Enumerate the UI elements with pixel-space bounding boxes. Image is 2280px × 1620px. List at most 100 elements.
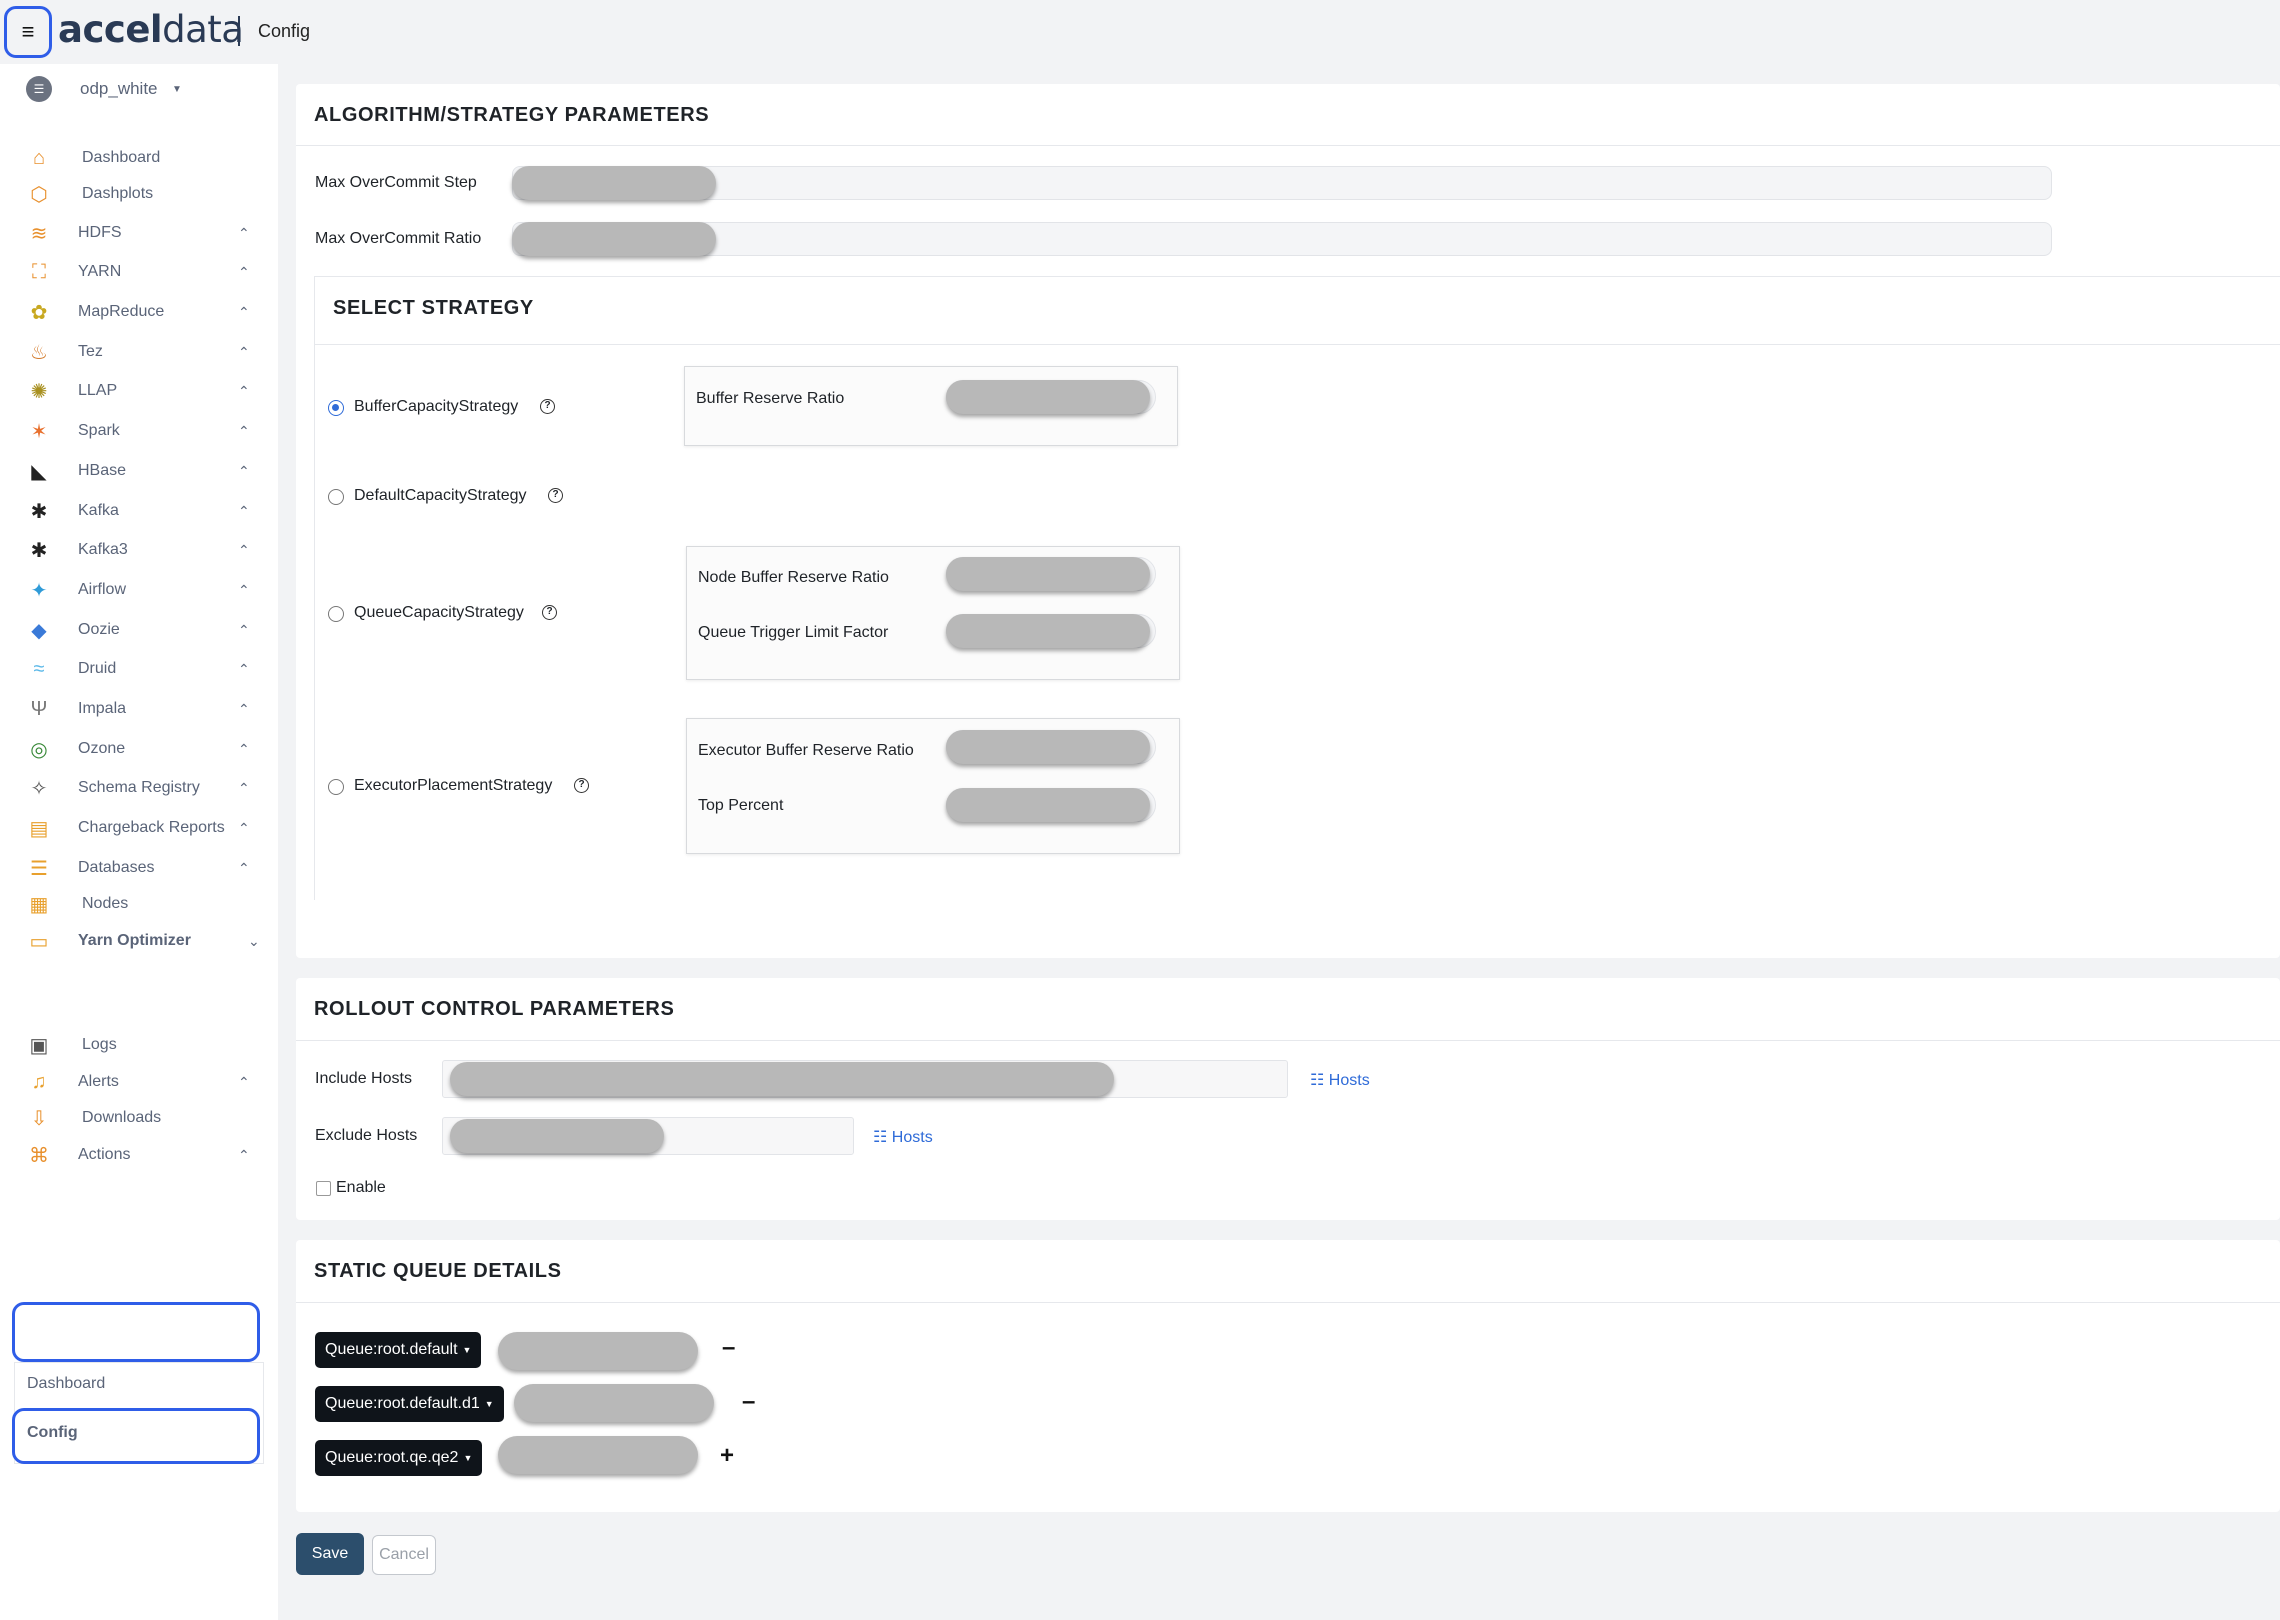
sidebar-item-alerts[interactable]: ♫ Alerts ⌃ bbox=[0, 1062, 278, 1102]
top-percent-label: Top Percent bbox=[698, 797, 784, 814]
sidebar-item-hdfs[interactable]: ≋ HDFS ⌃ bbox=[0, 213, 278, 253]
sidebar-item-downloads[interactable]: ⇩ Downloads bbox=[0, 1098, 278, 1138]
sidebar-item-actions[interactable]: ⌘ Actions ⌃ bbox=[0, 1135, 278, 1175]
executor-buffer-reserve-ratio-thumb[interactable] bbox=[946, 730, 1150, 764]
max-overcommit-step-thumb[interactable] bbox=[512, 166, 716, 200]
hamburger-menu-icon[interactable]: ≡ bbox=[4, 6, 52, 58]
chevron-up-icon[interactable]: ⌃ bbox=[238, 264, 250, 281]
sidebar-item-databases[interactable]: ☰ Databases ⌃ bbox=[0, 848, 278, 888]
sidebar-item-llap[interactable]: ✺ LLAP ⌃ bbox=[0, 371, 278, 411]
sidebar-item-chargeback-reports[interactable]: ▤ Chargeback Reports ⌃ bbox=[0, 808, 278, 848]
chevron-up-icon[interactable]: ⌃ bbox=[238, 463, 250, 480]
sidebar-item-mapreduce[interactable]: ✿ MapReduce ⌃ bbox=[0, 292, 278, 332]
chevron-up-icon[interactable]: ⌃ bbox=[238, 860, 250, 877]
include-hosts-link[interactable]: ☷ Hosts bbox=[1310, 1070, 1370, 1090]
chevron-up-icon[interactable]: ⌃ bbox=[238, 741, 250, 758]
queue-select-1[interactable]: Queue:root.default ▼ bbox=[315, 1332, 482, 1368]
help-icon[interactable]: ? bbox=[548, 488, 563, 503]
chevron-up-icon[interactable]: ⌃ bbox=[238, 1147, 250, 1164]
queue-3-value[interactable] bbox=[498, 1436, 698, 1474]
exclude-hosts-label: Exclude Hosts bbox=[315, 1127, 418, 1144]
sidebar-item-kafka3[interactable]: ✱ Kafka3 ⌃ bbox=[0, 530, 278, 570]
max-overcommit-step-slider[interactable] bbox=[512, 166, 2052, 200]
sidebar-item-label: Kafka3 bbox=[78, 541, 128, 558]
chevron-up-icon[interactable]: ⌃ bbox=[238, 383, 250, 400]
help-icon[interactable]: ? bbox=[574, 778, 589, 793]
submenu-item-config[interactable]: Config bbox=[0, 1415, 278, 1451]
sidebar-item-nodes[interactable]: ▦ Nodes bbox=[0, 884, 278, 924]
cancel-button[interactable]: Cancel bbox=[372, 1535, 436, 1575]
exclude-hosts-link[interactable]: ☷ Hosts bbox=[873, 1127, 933, 1147]
strategy-title: SELECT STRATEGY bbox=[333, 297, 534, 319]
buffer-capacity-label: BufferCapacityStrategy bbox=[354, 398, 519, 415]
remove-queue-1-button[interactable]: – bbox=[722, 1334, 735, 1362]
submenu-item-dashboard[interactable]: Dashboard bbox=[0, 1366, 278, 1402]
sidebar-item-tez[interactable]: ♨ Tez ⌃ bbox=[0, 332, 278, 372]
enable-checkbox[interactable] bbox=[316, 1181, 331, 1196]
sidebar-item-label: Oozie bbox=[78, 621, 120, 638]
chevron-up-icon[interactable]: ⌃ bbox=[238, 503, 250, 520]
hierarchy-icon: ⛶ bbox=[32, 260, 46, 283]
sidebar-item-dashboard[interactable]: ⌂ Dashboard bbox=[0, 138, 278, 178]
sidebar-item-ozone[interactable]: ◎ Ozone ⌃ bbox=[0, 729, 278, 769]
radio-queue-capacity[interactable] bbox=[328, 606, 344, 622]
buffer-reserve-ratio-thumb[interactable] bbox=[946, 380, 1150, 414]
chevron-up-icon[interactable]: ⌃ bbox=[238, 542, 250, 559]
sidebar-item-logs[interactable]: ▣ Logs bbox=[0, 1025, 278, 1065]
chevron-up-icon[interactable]: ⌃ bbox=[238, 622, 250, 639]
chevron-up-icon[interactable]: ⌃ bbox=[238, 225, 250, 242]
chevron-down-icon[interactable]: ⌄ bbox=[248, 933, 260, 950]
queue-select-3[interactable]: Queue:root.qe.qe2 ▼ bbox=[315, 1440, 483, 1476]
sidebar-item-oozie[interactable]: ◆ Oozie ⌃ bbox=[0, 610, 278, 650]
sidebar-item-airflow[interactable]: ✦ Airflow ⌃ bbox=[0, 570, 278, 610]
queue-trigger-limit-factor-thumb[interactable] bbox=[946, 614, 1150, 648]
sidebar-item-label: Tez bbox=[78, 343, 103, 360]
queue-1-value[interactable] bbox=[498, 1332, 698, 1370]
queue-2-value[interactable] bbox=[514, 1384, 714, 1422]
queue-select-2[interactable]: Queue:root.default.d1 ▼ bbox=[315, 1386, 504, 1422]
top-percent-thumb[interactable] bbox=[946, 788, 1150, 822]
pinwheel-icon: ✦ bbox=[30, 579, 48, 602]
layers-icon: ≋ bbox=[30, 222, 48, 245]
radio-default-capacity[interactable] bbox=[328, 489, 344, 505]
list-icon: ☷ bbox=[873, 1129, 892, 1146]
chevron-up-icon[interactable]: ⌃ bbox=[238, 582, 250, 599]
max-overcommit-ratio-thumb[interactable] bbox=[512, 222, 716, 256]
help-icon[interactable]: ? bbox=[542, 605, 557, 620]
enable-label: Enable bbox=[336, 1179, 386, 1196]
save-button[interactable]: Save bbox=[296, 1533, 364, 1575]
chevron-up-icon[interactable]: ⌃ bbox=[238, 780, 250, 797]
sidebar-item-schema-registry[interactable]: ✧ Schema Registry ⌃ bbox=[0, 768, 278, 808]
kafka-icon: ✱ bbox=[30, 500, 48, 523]
impala-icon: Ψ bbox=[30, 697, 48, 720]
chevron-up-icon[interactable]: ⌃ bbox=[238, 701, 250, 718]
radio-buffer-capacity[interactable] bbox=[328, 400, 344, 416]
sidebar-item-label: Dashboard bbox=[82, 149, 161, 166]
logo: acceldata bbox=[58, 8, 244, 51]
sidebar-item-hbase[interactable]: ◣ HBase ⌃ bbox=[0, 451, 278, 491]
chevron-up-icon[interactable]: ⌃ bbox=[238, 423, 250, 440]
sidebar-item-spark[interactable]: ✶ Spark ⌃ bbox=[0, 411, 278, 451]
node-buffer-reserve-ratio-thumb[interactable] bbox=[946, 557, 1150, 591]
sidebar-item-kafka[interactable]: ✱ Kafka ⌃ bbox=[0, 491, 278, 531]
include-hosts-value bbox=[450, 1062, 1114, 1096]
chevron-up-icon[interactable]: ⌃ bbox=[238, 1074, 250, 1091]
radio-executor-placement[interactable] bbox=[328, 779, 344, 795]
logo-divider bbox=[238, 16, 240, 46]
chevron-up-icon[interactable]: ⌃ bbox=[238, 304, 250, 321]
help-icon[interactable]: ? bbox=[540, 399, 555, 414]
sidebar-item-label: MapReduce bbox=[78, 303, 165, 320]
sidebar-item-impala[interactable]: Ψ Impala ⌃ bbox=[0, 689, 278, 729]
static-queue-card: STATIC QUEUE DETAILS Queue:root.default ▼… bbox=[296, 1240, 2280, 1512]
chevron-up-icon[interactable]: ⌃ bbox=[238, 820, 250, 837]
remove-queue-2-button[interactable]: – bbox=[742, 1388, 755, 1416]
sidebar-item-yarn-optimizer[interactable]: ▭ Yarn Optimizer ⌄ bbox=[0, 921, 278, 961]
add-queue-button[interactable]: + bbox=[720, 1442, 734, 1470]
sidebar-item-yarn[interactable]: ⛶ YARN ⌃ bbox=[0, 252, 278, 292]
max-overcommit-ratio-slider[interactable] bbox=[512, 222, 2052, 256]
cluster-selector[interactable]: ☰ odp_white ▼ bbox=[0, 69, 278, 109]
chevron-up-icon[interactable]: ⌃ bbox=[238, 661, 250, 678]
chevron-up-icon[interactable]: ⌃ bbox=[238, 344, 250, 361]
sidebar-item-druid[interactable]: ≈ Druid ⌃ bbox=[0, 649, 278, 689]
sidebar-item-dashplots[interactable]: ⬡ Dashplots bbox=[0, 174, 278, 214]
